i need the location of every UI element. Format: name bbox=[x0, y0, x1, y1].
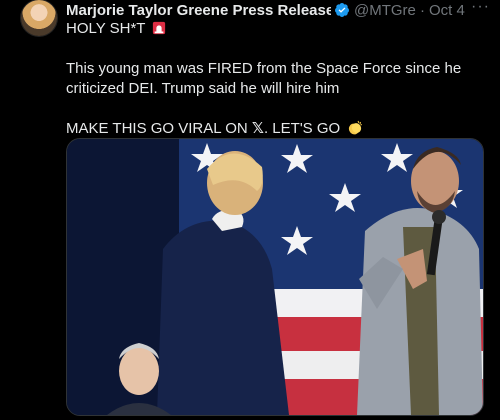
tweet-text: HOLY SH*T This young man was FIRED from … bbox=[66, 19, 486, 139]
event-stage-photo bbox=[67, 139, 483, 415]
text-line-2: This young man was FIRED from the Space … bbox=[66, 60, 462, 97]
tweet[interactable]: Marjorie Taylor Greene Press Release (Pa… bbox=[0, 0, 500, 420]
text-line-3: MAKE THIS GO VIRAL ON 𝕏. LET'S GO bbox=[66, 119, 486, 139]
tweet-header: Marjorie Taylor Greene Press Release (Pa… bbox=[66, 0, 486, 20]
timestamp[interactable]: Oct 4 bbox=[429, 2, 465, 19]
author-handle[interactable]: @MTGrep bbox=[354, 2, 416, 19]
more-options-icon[interactable]: ··· bbox=[471, 0, 490, 16]
x-logo-icon: 𝕏 bbox=[251, 120, 264, 137]
police-light-emoji-icon bbox=[153, 21, 166, 35]
tweet-media-video[interactable] bbox=[66, 138, 484, 416]
text-line-1: HOLY SH*T bbox=[66, 19, 486, 39]
clapping-hands-emoji-icon bbox=[349, 120, 363, 135]
text-lets-go: . LET'S GO bbox=[263, 120, 341, 137]
text-holy: HOLY SH*T bbox=[66, 20, 146, 37]
separator: · bbox=[420, 1, 425, 19]
verified-badge-icon[interactable] bbox=[334, 2, 350, 18]
author-avatar[interactable] bbox=[21, 0, 57, 36]
author-name[interactable]: Marjorie Taylor Greene Press Release (Pa bbox=[66, 2, 331, 19]
text-viral: MAKE THIS GO VIRAL ON bbox=[66, 120, 252, 137]
